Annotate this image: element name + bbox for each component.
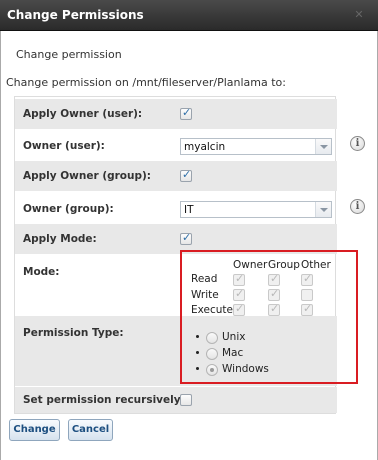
- apply-owner-user-row: Apply Owner (user):: [15, 99, 337, 129]
- owner-user-value: myalcin: [184, 141, 226, 153]
- info-icon[interactable]: i: [350, 199, 365, 214]
- read-other-checkbox[interactable]: [301, 272, 313, 286]
- mode-row-execute: Execute: [191, 304, 233, 316]
- dialog-subtitle: Change permission: [16, 48, 122, 61]
- close-icon[interactable]: ✕: [353, 9, 365, 21]
- unix-label: Unix: [222, 331, 246, 343]
- unix-radio[interactable]: [206, 332, 218, 344]
- windows-label: Windows: [222, 363, 269, 375]
- mode-label: Mode:: [23, 266, 60, 278]
- change-button[interactable]: Change: [9, 419, 60, 441]
- write-group-checkbox[interactable]: [268, 287, 280, 301]
- mode-column-owner: Owner: [233, 259, 268, 271]
- title-bar: Change Permissions ✕: [0, 0, 378, 31]
- apply-mode-checkbox[interactable]: [180, 231, 192, 245]
- mode-column-group: Group: [268, 259, 300, 271]
- execute-group-checkbox[interactable]: [268, 302, 280, 316]
- apply-owner-group-checkbox[interactable]: [180, 168, 192, 182]
- window-border: [0, 31, 1, 460]
- owner-user-row: Owner (user): myalcin: [15, 130, 337, 160]
- mode-row-write: Write: [191, 289, 219, 301]
- permission-type-label: Permission Type:: [23, 327, 124, 339]
- windows-radio[interactable]: [206, 364, 218, 376]
- chevron-down-icon[interactable]: [315, 202, 331, 217]
- owner-group-select[interactable]: IT: [180, 201, 332, 218]
- read-owner-checkbox[interactable]: [233, 272, 245, 286]
- bullet: [196, 367, 199, 370]
- chevron-down-icon[interactable]: [315, 139, 331, 154]
- apply-owner-user-checkbox[interactable]: [180, 106, 192, 120]
- bullet: [196, 335, 199, 338]
- write-other-checkbox[interactable]: [301, 289, 313, 301]
- cancel-button[interactable]: Cancel: [68, 419, 113, 441]
- execute-owner-checkbox[interactable]: [233, 302, 245, 316]
- owner-group-row: Owner (group): IT: [15, 192, 337, 223]
- apply-owner-group-label: Apply Owner (group):: [23, 170, 152, 182]
- mode-row-read: Read: [191, 273, 218, 285]
- write-owner-checkbox[interactable]: [233, 287, 245, 301]
- mac-radio[interactable]: [206, 348, 218, 360]
- apply-mode-label: Apply Mode:: [23, 233, 97, 245]
- execute-other-checkbox[interactable]: [301, 302, 313, 316]
- read-group-checkbox[interactable]: [268, 272, 280, 286]
- info-icon[interactable]: i: [350, 136, 365, 151]
- apply-owner-group-row: Apply Owner (group):: [15, 161, 337, 191]
- mode-column-other: Other: [301, 259, 331, 271]
- owner-group-value: IT: [184, 204, 194, 216]
- apply-owner-user-label: Apply Owner (user):: [23, 108, 143, 120]
- bullet: [196, 351, 199, 354]
- recursive-checkbox[interactable]: [180, 394, 192, 406]
- recursive-row: Set permission recursively:: [15, 387, 337, 413]
- owner-user-label: Owner (user):: [23, 140, 105, 152]
- window-title: Change Permissions: [7, 8, 144, 22]
- dialog-description: Change permission on /mnt/fileserver/Pla…: [6, 76, 286, 89]
- owner-user-select[interactable]: myalcin: [180, 138, 332, 155]
- owner-group-label: Owner (group):: [23, 203, 114, 215]
- mac-label: Mac: [222, 347, 244, 359]
- recursive-label: Set permission recursively:: [23, 394, 185, 406]
